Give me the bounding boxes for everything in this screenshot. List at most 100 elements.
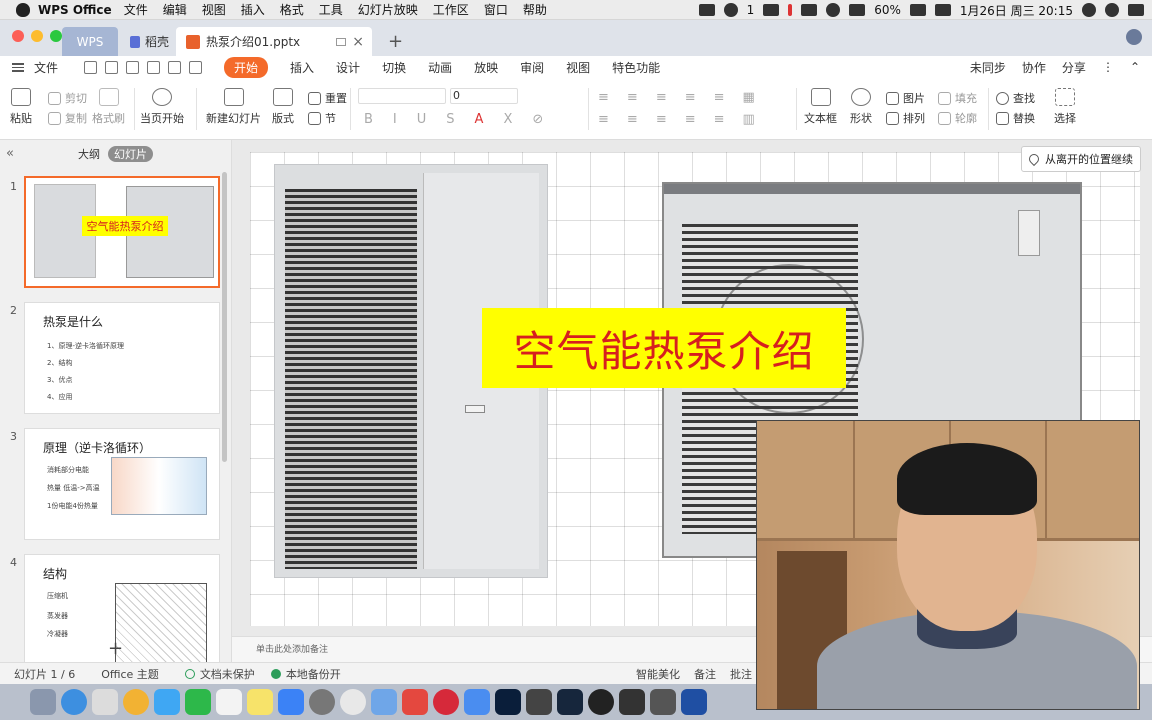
tab-design[interactable]: 设计 [336, 59, 360, 76]
replace-button[interactable]: 替换 [996, 110, 1035, 126]
fill-button[interactable]: 填充 [938, 90, 977, 106]
save-icon[interactable] [84, 60, 98, 74]
numbering-icon[interactable]: ≡ [627, 90, 638, 105]
close-window-button[interactable] [12, 30, 24, 42]
menu-help[interactable]: 帮助 [523, 1, 547, 18]
slide-thumbnail-2[interactable]: 热泵是什么 1、原理-逆卡洛循环原理 2、结构 3、优点 4、应用 [24, 302, 220, 414]
align-center-icon[interactable]: ≡ [627, 112, 638, 127]
wechat-icon[interactable] [723, 3, 738, 17]
tab-document[interactable]: 热泵介绍01.pptx × [176, 27, 372, 56]
minimize-window-button[interactable] [31, 30, 43, 42]
app-store-icon[interactable] [278, 689, 304, 715]
control-center-icon[interactable] [1128, 4, 1144, 16]
comments-button[interactable]: 批注 [730, 666, 752, 682]
tab-animations[interactable]: 动画 [428, 59, 452, 76]
tab-transitions[interactable]: 切换 [382, 59, 406, 76]
align-left-icon[interactable]: ≡ [598, 112, 609, 127]
beautify-button[interactable]: 智能美化 [636, 666, 680, 682]
outline-tab[interactable]: 大纲 [78, 146, 100, 162]
safari-icon[interactable] [61, 689, 87, 715]
superscript-icon[interactable]: X [503, 112, 512, 127]
menu-insert[interactable]: 插入 [241, 1, 265, 18]
clock[interactable]: 1月26日 周三 20:15 [960, 2, 1073, 19]
monitor-icon[interactable] [336, 37, 346, 46]
slide-title[interactable]: 空气能热泵介绍 [482, 308, 846, 388]
messages-icon[interactable] [154, 689, 180, 715]
tab-wps-home[interactable]: WPS [62, 27, 118, 56]
strikethrough-icon[interactable]: S [446, 112, 454, 127]
netease-music-icon[interactable] [433, 689, 459, 715]
new-tab-button[interactable]: + [378, 27, 413, 56]
panel-scrollbar[interactable] [222, 172, 227, 462]
volume-icon[interactable] [849, 4, 866, 16]
format-painter-button[interactable]: 格式刷 [92, 88, 125, 126]
final-cut-icon[interactable] [619, 689, 645, 715]
textbox-button[interactable]: 文本框 [804, 88, 837, 126]
bullets-icon[interactable]: ≡ [598, 90, 609, 105]
menu-workspace[interactable]: 工作区 [433, 1, 469, 18]
record-icon[interactable] [788, 4, 793, 16]
play-from-current-button[interactable]: 当页开始 [140, 88, 184, 126]
shape-button[interactable]: 形状 [850, 88, 872, 126]
tab-review[interactable]: 审阅 [520, 59, 544, 76]
siri-icon[interactable] [1105, 3, 1119, 17]
preview-icon[interactable] [92, 689, 118, 715]
wps-status-icon[interactable] [763, 4, 780, 16]
finder-icon[interactable] [30, 689, 56, 715]
collaborate-button[interactable]: 协作 [1022, 59, 1046, 76]
italic-icon[interactable]: I [393, 112, 397, 127]
outdent-icon[interactable]: ≡ [656, 90, 667, 105]
baidu-netdisk-icon[interactable] [371, 689, 397, 715]
underline-icon[interactable]: U [417, 112, 427, 127]
menu-format[interactable]: 格式 [280, 1, 304, 18]
app-icon[interactable] [526, 689, 552, 715]
export-pdf-icon[interactable] [105, 60, 119, 74]
sync-status-button[interactable]: 未同步 [970, 59, 1006, 76]
distribute-icon[interactable]: ≡ [714, 112, 725, 127]
menu-file[interactable]: 文件 [124, 1, 148, 18]
print-icon[interactable] [126, 60, 140, 74]
slide-thumbnail-1[interactable]: 空气能热泵介绍 [24, 176, 220, 288]
justify-icon[interactable]: ≡ [685, 112, 696, 127]
backup-status[interactable]: 本地备份开 [270, 666, 341, 682]
feishu-icon[interactable] [464, 689, 490, 715]
slide-thumbnail-3[interactable]: 原理（逆卡洛循环） 消耗部分电能 热量 低温->高温 1份电能4份热量 [24, 428, 220, 540]
section-button[interactable]: 节 [308, 110, 336, 126]
more-icon[interactable]: ⋮ [1102, 60, 1114, 74]
tab-view[interactable]: 视图 [566, 59, 590, 76]
notes-icon[interactable] [247, 689, 273, 715]
find-button[interactable]: 查找 [996, 90, 1035, 106]
outline-button[interactable]: 轮廓 [938, 110, 977, 126]
photos-icon[interactable] [123, 689, 149, 715]
protect-status[interactable]: 文档未保护 [184, 666, 255, 682]
menu-tools[interactable]: 工具 [319, 1, 343, 18]
cut-button[interactable]: 剪切 [48, 90, 87, 106]
indent-icon[interactable]: ≡ [685, 90, 696, 105]
lightroom-icon[interactable] [557, 689, 583, 715]
redo-icon[interactable] [189, 60, 203, 74]
font-color-icon[interactable]: A [475, 112, 484, 127]
copy-button[interactable]: 复制 [48, 110, 87, 126]
camera-icon[interactable] [698, 4, 715, 16]
menu-window[interactable]: 窗口 [484, 1, 508, 18]
menu-edit[interactable]: 编辑 [163, 1, 187, 18]
photoshop-icon[interactable] [495, 689, 521, 715]
resume-reading-button[interactable]: 从离开的位置继续 [1021, 146, 1141, 172]
close-tab-button[interactable]: × [352, 34, 364, 50]
motion-icon[interactable] [650, 689, 676, 715]
app-icon[interactable] [681, 689, 707, 715]
fullscreen-window-button[interactable] [50, 30, 62, 42]
pen-icon[interactable] [801, 4, 818, 16]
notes-toggle-button[interactable]: 备注 [694, 666, 716, 682]
menu-slideshow[interactable]: 幻灯片放映 [358, 1, 418, 18]
quicktime-icon[interactable] [588, 689, 614, 715]
file-menu[interactable]: 文件 [34, 59, 58, 76]
slides-tab[interactable]: 幻灯片 [108, 146, 153, 162]
facetime-icon[interactable] [185, 689, 211, 715]
add-slide-button[interactable]: + [108, 638, 123, 659]
apple-icon[interactable] [16, 2, 30, 17]
align-right-icon[interactable]: ≡ [656, 112, 667, 127]
paste-button[interactable]: 粘贴 [10, 88, 32, 126]
tab-home[interactable]: 开始 [224, 56, 269, 78]
line-spacing-icon[interactable]: ≡ [714, 90, 725, 105]
